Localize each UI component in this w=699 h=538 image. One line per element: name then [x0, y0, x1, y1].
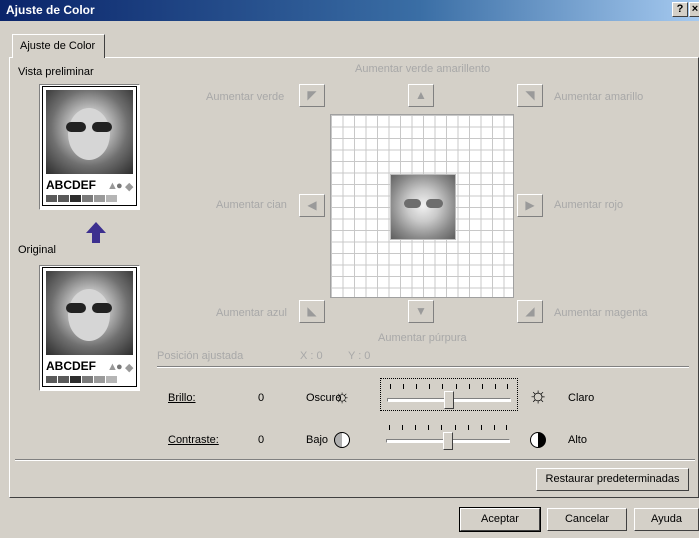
brightness-high-label: Claro — [568, 392, 595, 404]
increase-purple-button[interactable]: ▼ — [408, 300, 434, 323]
arrow-left-icon: ◀ — [307, 198, 317, 212]
increase-green-label: Aumentar verde — [206, 91, 285, 103]
color-grid[interactable] — [330, 114, 514, 298]
title-bar: Ajuste de Color ? × — [0, 0, 699, 21]
cancel-button[interactable]: Cancelar — [547, 508, 627, 531]
accept-button[interactable]: Aceptar — [459, 507, 541, 532]
increase-cyan-button[interactable]: ◀ — [299, 194, 325, 217]
arrow-up-right-icon: ◥ — [525, 88, 535, 102]
contrast-high-label: Alto — [568, 434, 587, 446]
arrow-down-right-icon: ◢ — [525, 304, 535, 318]
shapes-icon: ▲ ● ◆ — [107, 180, 134, 193]
increase-purple-label: Aumentar púrpura — [378, 332, 467, 344]
increase-magenta-button[interactable]: ◢ — [517, 300, 543, 323]
sun-dim-icon: ☼ — [333, 386, 351, 406]
preview-swatches — [46, 195, 117, 202]
preview-label: Vista preliminar — [18, 66, 94, 78]
increase-yellow-green-label: Aumentar verde amarillento — [355, 63, 491, 75]
arrow-up-icon: ▲ — [415, 88, 427, 102]
position-y: Y : 0 — [348, 350, 371, 362]
increase-red-button[interactable]: ▶ — [517, 194, 543, 217]
arrow-down-icon: ▼ — [415, 304, 427, 318]
brightness-ticks — [390, 384, 508, 390]
close-title-button[interactable]: × — [689, 2, 699, 17]
arrow-down-left-icon: ◣ — [307, 304, 317, 318]
increase-yellow-green-button[interactable]: ▲ — [408, 84, 434, 107]
contrast-high-icon — [530, 432, 546, 448]
increase-red-label: Aumentar rojo — [554, 199, 624, 211]
window-title: Ajuste de Color — [6, 3, 95, 17]
original-label: Original — [18, 244, 56, 256]
preview-thumbnail: ABCDEF ▲ ● ◆ — [39, 84, 140, 210]
increase-cyan-label: Aumentar cian — [216, 199, 287, 211]
contrast-label: Contraste: — [168, 434, 219, 446]
contrast-ticks — [389, 425, 507, 431]
contrast-value: 0 — [258, 434, 265, 446]
tab-color-adjust[interactable]: Ajuste de Color — [12, 34, 106, 58]
brightness-label: Brillo: — [168, 392, 196, 404]
arrow-up-left-icon: ◤ — [307, 88, 317, 102]
divider — [15, 459, 695, 461]
preview-thumb-text: ABCDEF — [46, 178, 96, 192]
increase-magenta-label: Aumentar magenta — [554, 307, 648, 319]
position-x: X : 0 — [300, 350, 323, 362]
contrast-slider[interactable] — [380, 420, 518, 453]
brightness-thumb[interactable] — [444, 391, 454, 409]
increase-green-button[interactable]: ◤ — [299, 84, 325, 107]
arrow-right-icon: ▶ — [525, 198, 535, 212]
adjusted-position-label: Posición ajustada — [157, 350, 244, 362]
contrast-low-icon — [334, 432, 350, 448]
original-thumbnail: ABCDEF ▲ ● ◆ — [39, 265, 140, 391]
increase-blue-button[interactable]: ◣ — [299, 300, 325, 323]
contrast-low-label: Bajo — [306, 434, 329, 446]
contrast-thumb[interactable] — [443, 432, 453, 450]
grid-preview-image — [390, 174, 456, 240]
help-title-button[interactable]: ? — [672, 2, 688, 17]
brightness-slider[interactable] — [380, 378, 518, 411]
increase-yellow-label: Aumentar amarillo — [554, 91, 644, 103]
increase-blue-label: Aumentar azul — [216, 307, 287, 319]
original-swatches — [46, 376, 117, 383]
sun-bright-icon: ☼ — [528, 382, 549, 407]
original-thumb-text: ABCDEF — [46, 359, 96, 373]
brightness-value: 0 — [258, 392, 265, 404]
increase-yellow-button[interactable]: ◥ — [517, 84, 543, 107]
help-button[interactable]: Ayuda — [634, 508, 699, 531]
divider — [157, 366, 689, 368]
shapes-icon: ▲ ● ◆ — [107, 361, 134, 374]
arrow-up-icon — [86, 222, 106, 243]
restore-defaults-button[interactable]: Restaurar predeterminadas — [536, 468, 689, 491]
